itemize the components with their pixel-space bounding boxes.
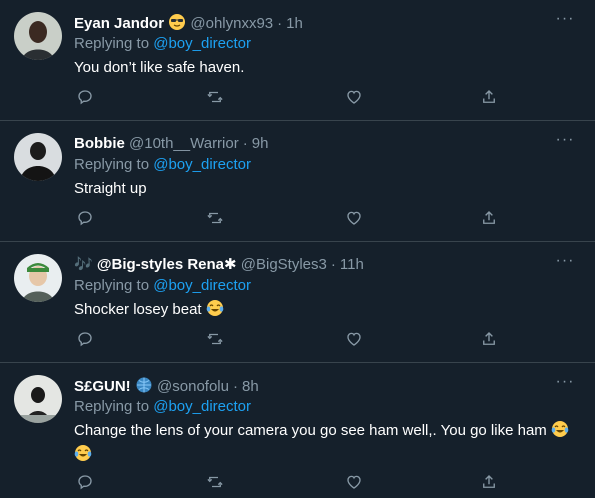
like-icon[interactable] xyxy=(345,209,365,229)
tweet-actions xyxy=(74,330,504,350)
tweet-text-body: You don’t like safe haven. xyxy=(74,59,245,76)
tweet-actions xyxy=(74,473,504,493)
separator: · xyxy=(330,256,336,273)
share-icon[interactable] xyxy=(480,473,500,493)
retweet-icon[interactable] xyxy=(206,473,226,493)
like-icon[interactable] xyxy=(345,330,365,350)
replying-to-label: Replying to xyxy=(74,398,150,415)
tweet-text: Straight up xyxy=(74,178,574,199)
mention-link[interactable]: @boy_director xyxy=(153,35,251,52)
tweet-text-body: Shocker losey beat xyxy=(74,301,202,318)
replying-to: Replying to @boy_director xyxy=(74,34,251,54)
timestamp[interactable]: 9h xyxy=(252,135,269,152)
tweet[interactable]: Bobbie @10th__Warrior · 9h ··· Replying to… xyxy=(0,121,595,242)
replying-to: Replying to @boy_director xyxy=(74,397,251,417)
timestamp[interactable]: 11h xyxy=(340,256,364,273)
separator: · xyxy=(232,378,238,395)
share-icon[interactable] xyxy=(480,88,500,108)
tears-of-joy-emoji-icon xyxy=(206,299,224,323)
tweet-text: You don’t like safe haven. xyxy=(74,57,574,78)
music-notes-icon: 🎶 xyxy=(74,256,93,273)
tears-of-joy-emoji-icon xyxy=(551,420,569,444)
replying-to: Replying to @boy_director xyxy=(74,276,251,296)
reply-icon[interactable] xyxy=(76,209,96,229)
retweet-icon[interactable] xyxy=(206,88,226,108)
tweet-actions xyxy=(74,88,504,108)
more-icon[interactable]: ··· xyxy=(553,253,577,274)
author-handle[interactable]: @BigStyles3 xyxy=(241,256,327,273)
tears-of-joy-emoji-icon xyxy=(74,444,92,468)
tweet-actions xyxy=(74,209,504,229)
tweet-text: Shocker losey beat xyxy=(74,299,574,323)
share-icon[interactable] xyxy=(480,330,500,350)
tweet-text-body: Change the lens of your camera you go se… xyxy=(74,422,547,439)
tweet[interactable]: S£GUN! @sonofolu · 8h ··· Replying to @boy… xyxy=(0,363,595,498)
separator: · xyxy=(242,135,248,152)
replying-to-label: Replying to xyxy=(74,277,150,294)
tweet-text: Change the lens of your camera you go se… xyxy=(74,420,569,468)
tweet-text-body: Straight up xyxy=(74,180,147,197)
like-icon[interactable] xyxy=(345,473,365,493)
replying-to-label: Replying to xyxy=(74,156,150,173)
timestamp[interactable]: 8h xyxy=(242,378,259,395)
tweet[interactable]: 🎶 @Big-styles Rena✱ @BigStyles3 · 11h ··· … xyxy=(0,242,595,363)
tweet[interactable]: Eyan Jandor @ohlynxx93 · 1h ··· Replying t… xyxy=(0,0,595,121)
author-name[interactable]: @Big-styles Rena✱ xyxy=(97,256,237,273)
mention-link[interactable]: @boy_director xyxy=(153,277,251,294)
reply-icon[interactable] xyxy=(76,330,96,350)
avatar[interactable] xyxy=(14,133,62,181)
replying-to: Replying to @boy_director xyxy=(74,155,251,175)
like-icon[interactable] xyxy=(345,88,365,108)
author-handle[interactable]: @10th__Warrior xyxy=(129,135,239,152)
more-icon[interactable]: ··· xyxy=(553,132,577,153)
avatar[interactable] xyxy=(14,375,62,423)
replying-to-label: Replying to xyxy=(74,35,150,52)
mention-link[interactable]: @boy_director xyxy=(153,156,251,173)
timestamp[interactable]: 1h xyxy=(286,15,303,32)
separator: · xyxy=(277,15,283,32)
avatar[interactable] xyxy=(14,254,62,302)
reply-icon[interactable] xyxy=(76,88,96,108)
reply-icon[interactable] xyxy=(76,473,96,493)
retweet-icon[interactable] xyxy=(206,209,226,229)
mention-link[interactable]: @boy_director xyxy=(153,398,251,415)
author-name[interactable]: Eyan Jandor xyxy=(74,15,164,32)
retweet-icon[interactable] xyxy=(206,330,226,350)
author-name[interactable]: Bobbie xyxy=(74,135,125,152)
author-handle[interactable]: @sonofolu xyxy=(157,378,229,395)
share-icon[interactable] xyxy=(480,209,500,229)
avatar[interactable] xyxy=(14,12,62,60)
more-icon[interactable]: ··· xyxy=(553,374,577,395)
more-icon[interactable]: ··· xyxy=(553,11,577,32)
author-handle[interactable]: @ohlynxx93 xyxy=(190,15,273,32)
author-name[interactable]: S£GUN! xyxy=(74,378,131,395)
